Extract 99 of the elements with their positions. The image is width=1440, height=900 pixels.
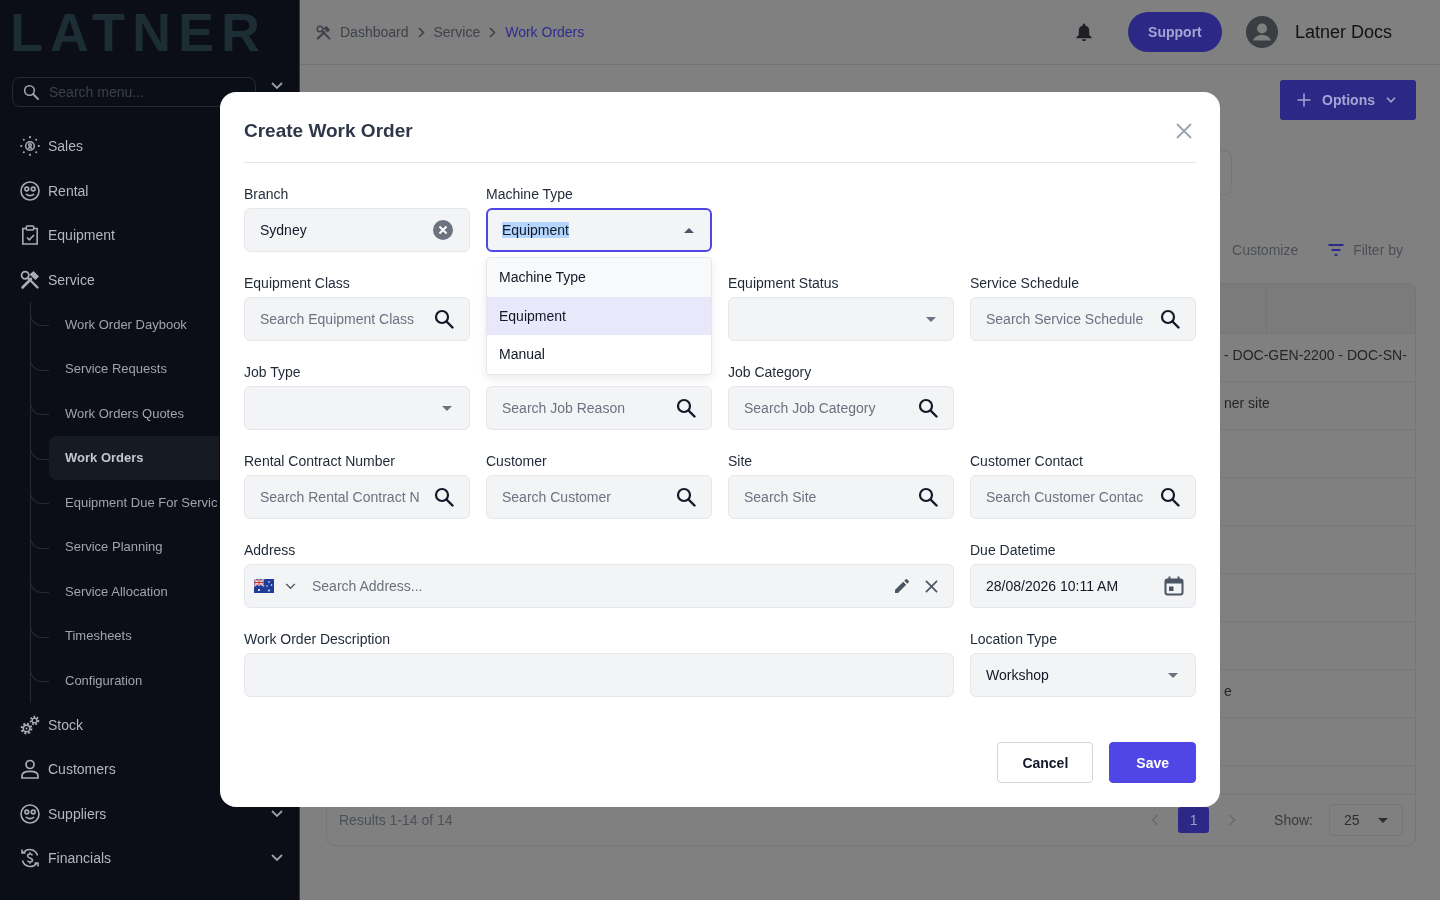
field-label: Job Category [728, 363, 813, 381]
field-label: Rental Contract Number [244, 452, 396, 470]
date-field[interactable]: 28/08/2026 10:11 AM [970, 564, 1196, 608]
avatar-icon[interactable] [1245, 16, 1278, 48]
address-field[interactable]: Search Address... [244, 564, 954, 608]
nav-item[interactable]: Sales [0, 124, 90, 169]
search-icon[interactable] [676, 487, 696, 507]
field-label: Job Type [244, 363, 302, 381]
nav-item[interactable]: Suppliers [0, 791, 299, 836]
options-button[interactable]: Options [1280, 80, 1416, 120]
dropdown-option[interactable]: Equipment [487, 296, 711, 335]
filter-icon [1328, 244, 1345, 256]
show-label: Show: [1274, 812, 1313, 828]
close-icon[interactable] [925, 580, 938, 593]
select-field[interactable] [728, 297, 954, 341]
select-field[interactable]: Equipment [486, 208, 712, 252]
field-label: Due Datetime [970, 541, 1057, 559]
dropdown-option[interactable]: Machine Type [487, 258, 711, 297]
caret-down-icon [1168, 672, 1178, 678]
search-icon[interactable] [918, 398, 938, 418]
chevron-down-icon [1386, 97, 1396, 103]
dollar-cycle-icon [20, 848, 40, 869]
tools-icon [20, 269, 40, 290]
calendar-icon[interactable] [1164, 576, 1184, 596]
search-field[interactable]: Search Customer Contac [970, 475, 1196, 519]
nav-item[interactable]: Equipment [0, 213, 121, 258]
field-label: Service Schedule [970, 274, 1080, 292]
field-label: Branch [244, 185, 290, 203]
table-cell: - DOC-GEN-2200 - DOC-SN- [1224, 346, 1407, 363]
search-field[interactable]: Search Job Reason [486, 386, 712, 430]
search-field[interactable]: Search Rental Contract N [244, 475, 470, 519]
chevron-right-icon [489, 26, 497, 38]
pencil-icon[interactable] [894, 578, 910, 594]
field-label: Equipment Class [244, 274, 351, 292]
search-field[interactable]: Search Customer [486, 475, 712, 519]
caret-down-icon [926, 316, 936, 322]
search-icon[interactable] [676, 398, 696, 418]
caret-down-icon [1378, 817, 1388, 823]
plus-icon [1297, 93, 1312, 107]
nav-subitem[interactable]: Work Orders [49, 435, 219, 480]
search-field[interactable]: Search Equipment Class [244, 297, 470, 341]
cancel-button[interactable]: Cancel [997, 742, 1094, 783]
table-cell: e [1224, 682, 1232, 699]
field-label: Location Type [970, 630, 1058, 648]
person-icon [20, 759, 40, 780]
select-field[interactable] [244, 386, 470, 430]
dropdown-option[interactable]: Manual [487, 335, 711, 374]
bell-icon[interactable] [1075, 23, 1092, 41]
field-label: Customer Contact [970, 452, 1084, 470]
nav-subitem[interactable]: Service Requests [49, 346, 219, 391]
field-label: Customer [486, 452, 548, 470]
nav-item[interactable]: Stock [0, 702, 89, 747]
support-button[interactable]: Support [1127, 12, 1222, 52]
nav-item[interactable]: Service [0, 257, 101, 302]
search-field[interactable]: Search Job Category [728, 386, 954, 430]
search-icon[interactable] [1160, 487, 1180, 507]
nav-subitem[interactable]: Work Orders Quotes [49, 391, 219, 436]
nav-item[interactable]: Financials [0, 836, 299, 881]
chevron-down-icon[interactable] [271, 82, 283, 90]
chevron-down-icon[interactable] [285, 583, 296, 590]
search-icon[interactable] [434, 487, 454, 507]
search-field[interactable]: Search Site [728, 475, 954, 519]
search-icon[interactable] [1160, 309, 1180, 329]
nav-subitem[interactable]: Service Planning [49, 524, 219, 569]
field-label: Work Order Description [244, 630, 391, 648]
page-button[interactable]: 1 [1178, 807, 1210, 833]
search-icon[interactable] [918, 487, 938, 507]
field-label: Site [728, 452, 754, 470]
user-name: Latner Docs [1294, 21, 1392, 43]
nav-subitem[interactable]: Service Allocation [49, 569, 219, 614]
tools-icon [316, 24, 331, 40]
chevron-right-icon [417, 26, 425, 38]
nav-subitem[interactable]: Work Order Daybook [49, 302, 219, 347]
face-icon [20, 803, 40, 824]
clear-icon[interactable] [433, 220, 453, 240]
nav-item[interactable]: Customers [0, 747, 122, 792]
search-icon [23, 84, 39, 100]
person-circle-icon [20, 136, 40, 157]
nav-item[interactable]: Rental [0, 168, 95, 213]
description-field[interactable] [244, 653, 954, 697]
nav-subitem[interactable]: Configuration [49, 658, 219, 703]
gears-icon [20, 714, 40, 735]
search-icon[interactable] [434, 309, 454, 329]
nav-subitem[interactable]: Timesheets [49, 613, 219, 658]
clipboard-check-icon [20, 225, 40, 246]
field-label: Equipment Status [728, 274, 840, 292]
dialog-title: Create Work Order [244, 120, 413, 142]
field-label: Machine Type [486, 185, 574, 203]
caret-down-icon [442, 405, 452, 411]
save-button[interactable]: Save [1109, 742, 1196, 783]
caret-up-icon [684, 227, 694, 233]
select-field[interactable]: Sydney [244, 208, 470, 252]
field-label: Address [244, 541, 297, 559]
search-field[interactable]: Search Service Schedule [970, 297, 1196, 341]
select-field[interactable]: Workshop [970, 653, 1196, 697]
nav-subitem[interactable]: Equipment Due For Servic [49, 480, 219, 525]
face-icon [20, 180, 40, 201]
flag-icon[interactable] [254, 579, 274, 593]
table-cell: ner site [1224, 394, 1270, 411]
